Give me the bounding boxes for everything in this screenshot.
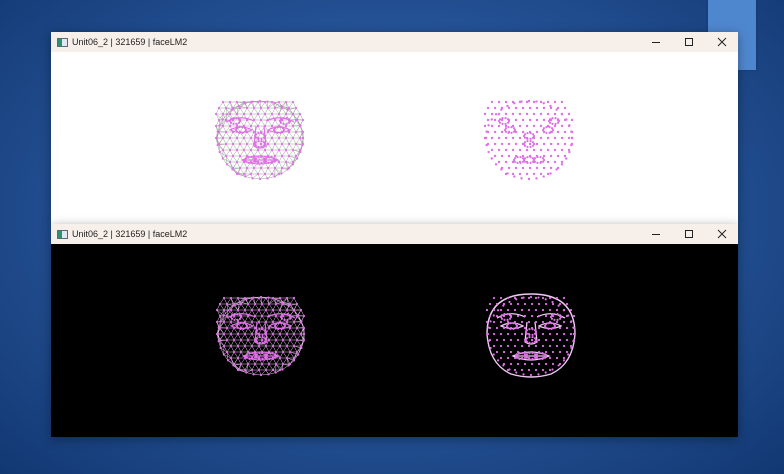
title-bar[interactable]: Unit06_2 | 321659 | faceLM2 <box>51 32 738 52</box>
maximize-icon <box>684 38 693 46</box>
window-title: Unit06_2 | 321659 | faceLM2 <box>72 229 188 239</box>
close-icon <box>717 37 726 47</box>
face-landmark-points <box>483 99 574 181</box>
render-canvas <box>51 244 738 437</box>
window-title: Unit06_2 | 321659 | faceLM2 <box>72 37 188 47</box>
close-button[interactable] <box>705 32 738 52</box>
maximize-button[interactable] <box>672 224 705 244</box>
app-icon <box>57 229 68 239</box>
face-mesh-wireframe <box>215 295 306 377</box>
app-icon <box>57 37 68 47</box>
title-bar[interactable]: Unit06_2 | 321659 | faceLM2 <box>51 224 738 244</box>
face-window-bottom[interactable]: Unit06_2 | 321659 | faceLM2 <box>51 224 738 437</box>
minimize-button[interactable] <box>639 32 672 52</box>
maximize-button[interactable] <box>672 32 705 52</box>
face-landmark-contours <box>485 293 576 378</box>
minimize-button[interactable] <box>639 224 672 244</box>
render-canvas <box>51 52 738 224</box>
face-mesh-wireframe <box>214 99 305 181</box>
face-window-top[interactable]: Unit06_2 | 321659 | faceLM2 <box>51 32 738 224</box>
close-icon <box>717 229 726 239</box>
minimize-icon <box>651 42 660 43</box>
maximize-icon <box>684 230 693 238</box>
minimize-icon <box>651 234 660 235</box>
close-button[interactable] <box>705 224 738 244</box>
